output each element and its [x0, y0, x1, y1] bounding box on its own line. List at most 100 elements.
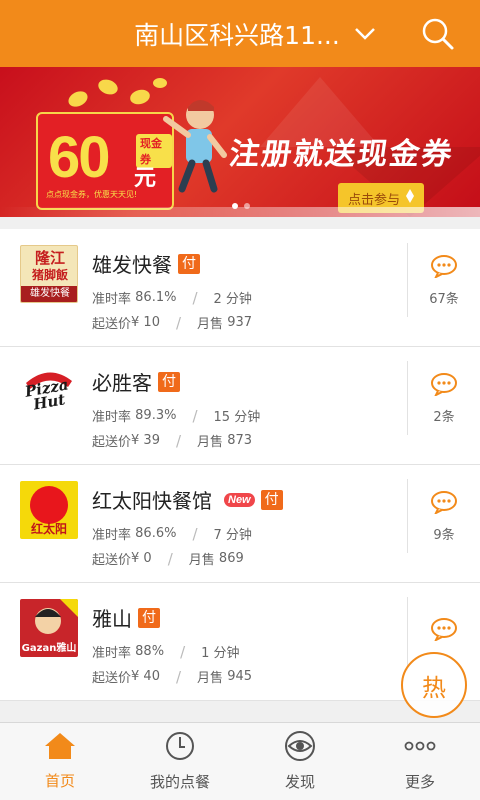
banner-slogan: 注册就送现金券	[227, 137, 456, 172]
restaurant-order-info: 起送价 ¥ 40 / 月售 945	[92, 667, 253, 687]
voucher-small-text: 点点现金券，优惠天天见!	[46, 190, 138, 199]
min-order: ¥ 0	[131, 551, 152, 566]
separator: /	[167, 549, 173, 568]
delivery-time: 1 分钟	[201, 646, 240, 661]
restaurant-stats: 准时率 86.1% / 2 分钟	[92, 288, 252, 308]
restaurant-name-row: 红太阳快餐馆 New 付	[92, 485, 283, 514]
tab-my-orders[interactable]: 我的点餐	[120, 723, 240, 800]
restaurant-name-row: 必胜客 付	[92, 367, 180, 396]
ontime-rate: 86.6%	[135, 526, 177, 541]
monthly-sales: 869	[218, 551, 244, 566]
voucher-unit: 元	[134, 166, 157, 191]
location-selector[interactable]: 南山区科兴路11...	[134, 16, 376, 52]
restaurant-stats: 准时率 88% / 1 分钟	[92, 642, 240, 662]
ontime-label: 准时率	[92, 646, 132, 661]
tab-home[interactable]: 首页	[0, 723, 120, 800]
monthly-sales-label: 月售	[197, 435, 224, 450]
separator: /	[175, 667, 182, 686]
restaurant-row[interactable]: Pizza Hut 必胜客 付 准时率 89.3% / 15 分钟 起送价 ¥ 3…	[0, 347, 480, 465]
restaurant-stats: 准时率 86.6% / 7 分钟	[92, 524, 252, 544]
min-order: ¥ 10	[131, 315, 160, 330]
separator: /	[175, 431, 182, 450]
restaurant-name: 雅山	[92, 607, 132, 631]
red-sun-logo-text: 红太阳	[30, 522, 67, 536]
tab-label: 发现	[284, 773, 315, 791]
ontime-label: 准时率	[92, 528, 132, 543]
separator: /	[175, 313, 182, 332]
top-app-bar: 南山区科兴路11...	[0, 0, 480, 67]
eye-icon	[284, 731, 316, 765]
pay-badge: 付	[260, 489, 283, 510]
monthly-sales: 937	[227, 315, 253, 330]
bottom-tab-bar: 首页 我的点餐 发现 更多	[0, 722, 480, 800]
xiongfa-logo: 隆江 猪脚飯 雄发快餐	[20, 245, 78, 303]
hot-label: 热	[422, 673, 446, 702]
monthly-sales-label: 月售	[188, 553, 215, 568]
separator: /	[192, 288, 198, 307]
pay-badge: 付	[178, 253, 200, 274]
review-count: 2条	[433, 409, 455, 425]
voucher-amount: 60	[48, 125, 110, 190]
diamond-icon	[406, 189, 415, 207]
comment-bubble-icon	[430, 254, 458, 282]
monthly-sales-label: 月售	[197, 317, 224, 332]
restaurant-order-info: 起送价 ¥ 0 / 月售 869	[92, 549, 244, 569]
tab-label: 首页	[44, 772, 75, 790]
min-order-label: 起送价	[92, 553, 132, 568]
banner-divider	[0, 207, 480, 217]
voucher-card: 60 现金券 元 点点现金券，优惠天天见!	[36, 112, 174, 210]
ontime-label: 准时率	[92, 292, 132, 307]
restaurant-list: 隆江 猪脚飯 雄发快餐 雄发快餐 付 准时率 86.1% / 2 分钟 起送价 ¥ …	[0, 229, 480, 701]
search-icon[interactable]	[420, 16, 456, 52]
more-dots-icon	[404, 731, 436, 765]
monthly-sales: 873	[227, 433, 253, 448]
tab-more[interactable]: 更多	[360, 723, 480, 800]
home-icon	[44, 732, 76, 764]
monthly-sales: 945	[227, 669, 253, 684]
restaurant-order-info: 起送价 ¥ 39 / 月售 873	[92, 431, 253, 451]
restaurant-name: 必胜客	[92, 371, 152, 395]
coins-decoration-icon	[68, 78, 167, 107]
delivery-time: 2 分钟	[213, 292, 252, 307]
separator: /	[180, 642, 186, 661]
comment-bubble-icon	[430, 617, 458, 645]
tab-label: 我的点餐	[149, 773, 210, 791]
comment-bubble-icon	[430, 372, 458, 400]
ontime-rate: 89.3%	[135, 408, 177, 423]
restaurant-row[interactable]: 隆江 猪脚飯 雄发快餐 雄发快餐 付 准时率 86.1% / 2 分钟 起送价 ¥ …	[0, 229, 480, 347]
restaurant-order-info: 起送价 ¥ 10 / 月售 937	[92, 313, 253, 333]
promo-banner[interactable]: 60 现金券 元 点点现金券，优惠天天见! 注册就送现金券 点击参与	[0, 67, 480, 217]
review-count: 9条	[433, 527, 455, 543]
ontime-rate: 86.1%	[135, 290, 177, 305]
ontime-rate: 88%	[135, 644, 165, 659]
review-button[interactable]: 2条	[407, 361, 480, 435]
mascot-figure-icon	[163, 100, 227, 193]
hot-floating-button[interactable]: 热	[401, 652, 467, 718]
gazan-logo-text-cn: 雅山	[56, 643, 77, 654]
clock-icon	[165, 731, 195, 765]
chevron-down-icon	[354, 27, 376, 41]
pizza-hut-logo: Pizza Hut	[20, 363, 78, 421]
min-order-label: 起送价	[92, 435, 132, 450]
red-sun-logo: 红太阳	[20, 481, 78, 539]
min-order: ¥ 39	[131, 433, 160, 448]
new-badge: New	[224, 492, 255, 507]
comment-bubble-icon	[430, 490, 458, 518]
review-button[interactable]: 67条	[407, 243, 480, 317]
review-count: 67条	[429, 291, 459, 307]
min-order: ¥ 40	[131, 669, 160, 684]
restaurant-stats: 准时率 89.3% / 15 分钟	[92, 406, 260, 426]
restaurant-name-row: 雅山 付	[92, 603, 160, 632]
restaurant-row[interactable]: 红太阳 红太阳快餐馆 New 付 准时率 86.6% / 7 分钟 起送价 ¥ 0…	[0, 465, 480, 583]
pay-badge: 付	[138, 607, 160, 628]
review-button[interactable]: 9条	[407, 479, 480, 553]
gazan-logo: Gazan雅山	[20, 599, 78, 657]
delivery-time: 7 分钟	[213, 528, 252, 543]
tab-label: 更多	[404, 773, 435, 791]
min-order-label: 起送价	[92, 317, 132, 332]
restaurant-name-row: 雄发快餐 付	[92, 249, 200, 278]
gazan-logo-text: Gazan	[21, 643, 57, 654]
tab-discover[interactable]: 发现	[240, 723, 360, 800]
separator: /	[192, 524, 198, 543]
location-label: 南山区科兴路11...	[134, 20, 340, 50]
